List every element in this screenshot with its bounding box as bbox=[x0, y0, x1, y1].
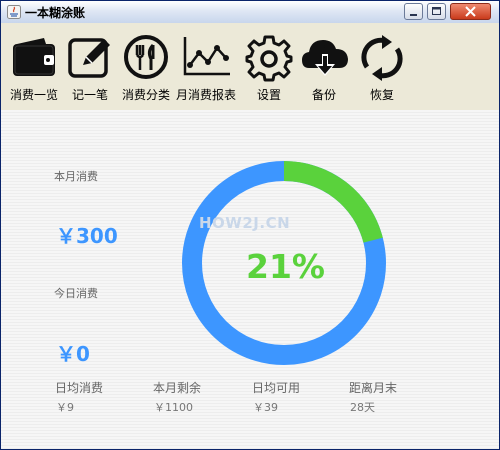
close-button[interactable] bbox=[450, 3, 491, 20]
toolbar-label-backup: 备份 bbox=[311, 88, 336, 102]
overview-panel: 本月消费 ￥300 今日消费 ￥0 HOW2J.CN 21% 日均消费 ￥9 本… bbox=[1, 110, 499, 449]
stat-label-daily-avg: 日均消费 bbox=[55, 381, 104, 395]
stat-value-days-to-month-end: 28天 bbox=[350, 401, 375, 414]
minimize-icon bbox=[410, 14, 417, 16]
watermark-text: HOW2J.CN bbox=[199, 214, 291, 232]
line-chart-icon bbox=[183, 37, 230, 76]
edit-icon bbox=[68, 38, 110, 78]
title-bar[interactable]: 一本糊涂账 bbox=[1, 1, 499, 24]
toolbar: 消费一览 记一笔 消费分类 月消费报表 设置 备份 恢复 bbox=[1, 23, 499, 109]
stat-value-month-remaining: ￥1100 bbox=[154, 401, 193, 414]
app-window: 一本糊涂账 消费一览 记一笔 消费分类 月消费报表 设置 备份 恢复 本月消费 … bbox=[0, 0, 500, 450]
stat-value-daily-available: ￥39 bbox=[253, 401, 278, 414]
stat-label-month-remaining: 本月剩余 bbox=[153, 381, 202, 395]
java-app-icon bbox=[7, 5, 21, 19]
window-title: 一本糊涂账 bbox=[25, 6, 86, 20]
today-spend-label: 今日消费 bbox=[54, 287, 98, 300]
utensils-icon bbox=[124, 35, 168, 79]
maximize-icon bbox=[432, 7, 441, 15]
toolbar-label-category: 消费分类 bbox=[121, 88, 170, 102]
month-spend-label: 本月消费 bbox=[54, 170, 98, 183]
today-spend-value: ￥0 bbox=[56, 342, 90, 366]
maximize-button[interactable] bbox=[427, 3, 446, 20]
cloud-download-icon bbox=[302, 40, 348, 76]
toolbar-item-backup[interactable]: 备份 bbox=[291, 23, 357, 107]
month-spend-value: ￥300 bbox=[56, 224, 118, 248]
toolbar-item-category[interactable]: 消费分类 bbox=[113, 23, 179, 107]
gear-icon bbox=[245, 35, 293, 82]
stat-value-daily-avg: ￥9 bbox=[56, 401, 74, 414]
restore-icon bbox=[361, 35, 403, 81]
toolbar-label-restore: 恢复 bbox=[369, 88, 394, 102]
toolbar-label-report: 月消费报表 bbox=[175, 88, 236, 102]
stat-label-daily-available: 日均可用 bbox=[252, 381, 301, 395]
close-icon bbox=[465, 6, 476, 17]
minimize-button[interactable] bbox=[404, 3, 423, 20]
toolbar-item-restore[interactable]: 恢复 bbox=[349, 23, 415, 107]
wallet-icon bbox=[13, 38, 55, 76]
stat-label-days-to-month-end: 距离月末 bbox=[349, 381, 398, 395]
percent-used-text: 21% bbox=[246, 247, 325, 286]
toolbar-item-report[interactable]: 月消费报表 bbox=[173, 23, 239, 107]
